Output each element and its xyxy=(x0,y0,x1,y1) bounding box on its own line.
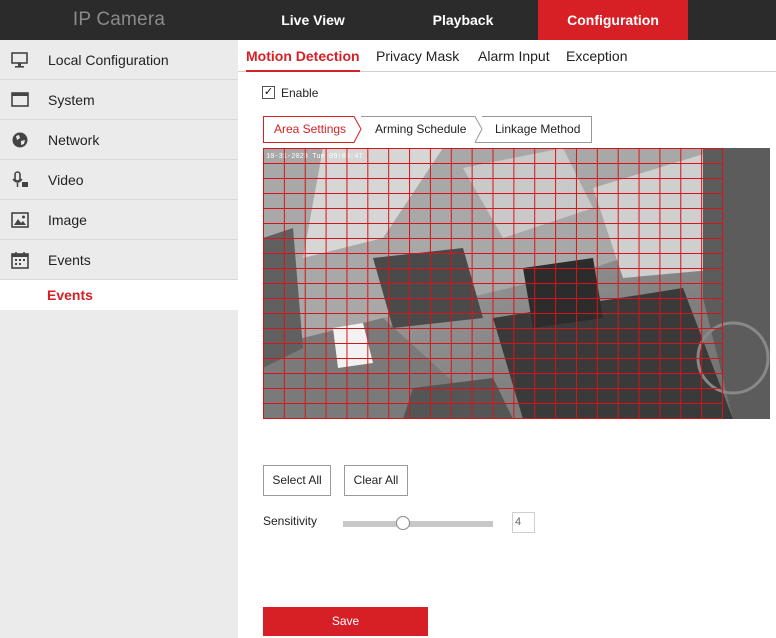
sidebar-item-image[interactable]: Image xyxy=(0,200,238,240)
sensitivity-value: 4 xyxy=(512,512,535,533)
video-osd-timestamp: 10-31-2023 Tue 09:08:47 xyxy=(266,153,363,161)
event-tabs: Motion Detection Privacy Mask Alarm Inpu… xyxy=(238,40,776,72)
clear-all-button[interactable]: Clear All xyxy=(344,465,408,496)
sidebar-item-video[interactable]: Video xyxy=(0,160,238,200)
sensitivity-slider-track[interactable] xyxy=(343,521,493,527)
image-icon xyxy=(10,211,30,229)
step-linkage-method[interactable]: Linkage Method xyxy=(495,116,580,142)
sidebar-item-label: Events xyxy=(48,252,91,268)
sensitivity-label: Sensitivity xyxy=(263,514,318,528)
step-area-settings[interactable]: Area Settings xyxy=(274,116,346,142)
brand-title: IP Camera xyxy=(72,9,166,30)
sidebar-item-label: Image xyxy=(48,212,87,228)
nav-live-view[interactable]: Live View xyxy=(238,0,388,40)
sensitivity-slider-thumb[interactable] xyxy=(396,516,410,530)
video-preview[interactable]: 10-31-2023 Tue 09:08:47 xyxy=(263,148,770,419)
save-button[interactable]: Save xyxy=(263,607,428,636)
calendar-icon xyxy=(10,251,30,269)
sidebar-item-local-configuration[interactable]: Local Configuration xyxy=(0,40,238,80)
sidebar-subitem-label: Events xyxy=(47,287,93,303)
enable-checkbox[interactable]: ✓ xyxy=(262,86,275,99)
tab-motion-detection[interactable]: Motion Detection xyxy=(246,40,360,72)
sidebar-item-label: Network xyxy=(48,132,100,148)
sidebar-item-network[interactable]: Network xyxy=(0,120,238,160)
tab-alarm-input[interactable]: Alarm Input xyxy=(478,40,550,72)
step-arming-schedule[interactable]: Arming Schedule xyxy=(375,116,466,142)
tab-privacy-mask[interactable]: Privacy Mask xyxy=(376,40,459,72)
window-icon xyxy=(10,91,30,109)
sidebar: Local Configuration System Network Video… xyxy=(0,40,238,638)
sidebar-item-label: Video xyxy=(48,172,84,188)
select-all-button[interactable]: Select All xyxy=(263,465,331,496)
nav-configuration[interactable]: Configuration xyxy=(538,0,688,40)
enable-label: Enable xyxy=(281,86,319,100)
sidebar-item-system[interactable]: System xyxy=(0,80,238,120)
sidebar-subitem-events[interactable]: Events xyxy=(0,280,238,310)
globe-icon xyxy=(10,131,30,149)
tab-exception[interactable]: Exception xyxy=(566,40,627,72)
video-mic-icon xyxy=(10,171,30,189)
sidebar-item-label: Local Configuration xyxy=(48,52,169,68)
sidebar-item-events[interactable]: Events xyxy=(0,240,238,280)
monitor-icon xyxy=(10,51,30,69)
sidebar-item-label: System xyxy=(48,92,95,108)
nav-playback[interactable]: Playback xyxy=(388,0,538,40)
top-bar: IP Camera Live View Playback Configurati… xyxy=(0,0,776,40)
